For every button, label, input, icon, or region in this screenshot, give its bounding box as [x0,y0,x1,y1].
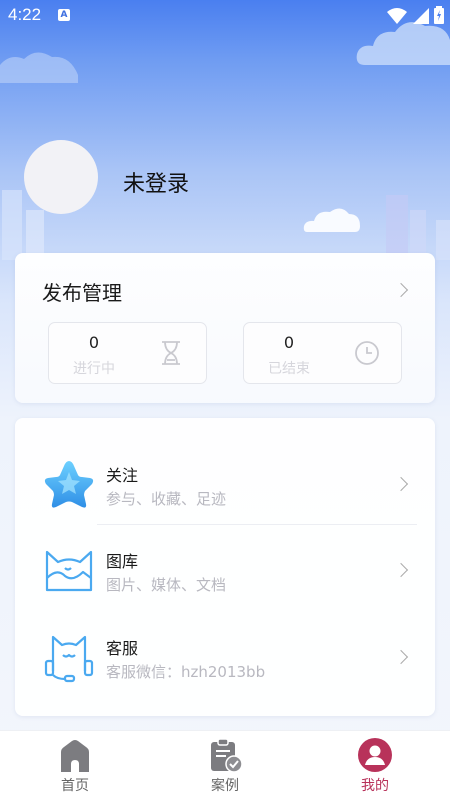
menu-item-title: 关注 [106,466,139,485]
chevron-right-icon [393,562,409,578]
cat-image-icon [45,550,93,592]
stat-count: 0 [88,333,100,352]
signal-icon [412,8,429,24]
avatar[interactable] [24,140,98,214]
cloud-decoration [0,52,78,83]
clock-icon [355,341,379,365]
chevron-right-icon [393,649,409,665]
tab-home[interactable]: 首页 [0,731,150,801]
chevron-right-icon [393,476,409,492]
stat-label: 已结束 [268,361,310,377]
stat-finished[interactable]: 0 已结束 [243,322,402,384]
status-time: 4:22 [8,5,42,24]
tab-label: 案例 [211,778,239,794]
divider [97,524,417,525]
tab-label: 我的 [361,778,389,794]
user-icon [358,738,392,772]
menu-item-title: 客服 [106,639,139,658]
tab-mine[interactable]: 我的 [300,731,450,801]
star-icon [44,461,94,508]
username-label[interactable]: 未登录 [123,166,189,198]
chevron-right-icon[interactable] [393,282,409,298]
home-icon [61,740,89,772]
menu-item-customer-service[interactable]: 客服 客服微信：hzh2013bb [15,613,435,699]
status-bar: 4:22 A [0,0,450,30]
menu-item-subtitle: 图片、媒体、文档 [106,576,227,594]
cloud-decoration [303,208,360,232]
menu-item-gallery[interactable]: 图库 图片、媒体、文档 [15,526,435,612]
wifi-icon [387,8,408,24]
battery-icon [434,6,444,24]
stat-count: 0 [283,333,295,352]
menu-item-title: 图库 [106,552,139,571]
menu-item-follow[interactable]: 关注 参与、收藏、足迹 [15,440,435,526]
menu-item-subtitle: 参与、收藏、足迹 [106,490,227,508]
stat-label: 进行中 [73,361,115,377]
publish-management-title[interactable]: 发布管理 [42,277,122,306]
tab-cases[interactable]: 案例 [150,731,300,801]
status-badge: A [58,9,70,21]
menu-item-subtitle: 客服微信：hzh2013bb [106,663,266,681]
menu-card: 关注 参与、收藏、足迹 图库 图片、媒体、文档 客服 客服微信：hzh2013b… [15,418,435,716]
stat-in-progress[interactable]: 0 进行中 [48,322,207,384]
building-decoration [386,195,450,260]
cat-headset-icon [44,635,94,683]
clipboard-check-icon [211,738,242,772]
tab-label: 首页 [61,778,89,794]
publish-management-card: 发布管理 0 进行中 0 已结束 [15,253,435,403]
bottom-tab-bar: 首页 案例 我的 [0,730,450,801]
hourglass-icon [162,341,180,365]
status-icons [387,6,444,29]
